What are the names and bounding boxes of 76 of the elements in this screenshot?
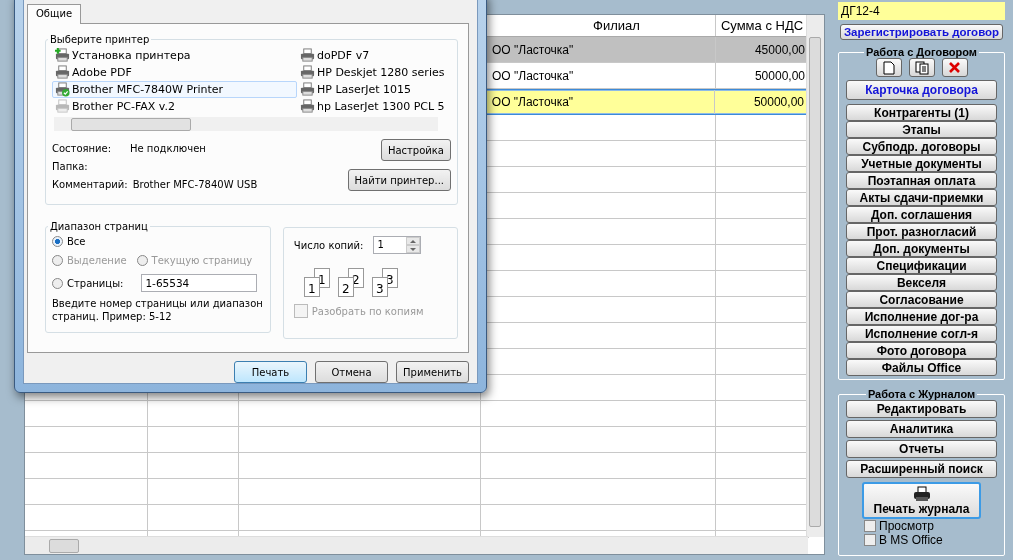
- side-button[interactable]: Субподр. договоры: [846, 138, 997, 155]
- copy-document-button[interactable]: [908, 58, 935, 77]
- side-button[interactable]: Векселя: [846, 274, 997, 291]
- printer-item[interactable]: Brother MFC-7840W Printer: [52, 81, 297, 98]
- dialog-button[interactable]: Применить: [396, 361, 469, 383]
- status-value: Не подключен: [130, 143, 206, 154]
- side-button[interactable]: Поэтапная оплата: [846, 172, 997, 189]
- side-button[interactable]: Фото договора: [846, 342, 997, 359]
- page-icon: 2: [337, 277, 354, 297]
- printer-item[interactable]: hp LaserJet 1300 PCL 5: [297, 98, 448, 115]
- vertical-scrollbar[interactable]: [806, 15, 824, 537]
- printer-icon: [300, 65, 315, 80]
- document-icon: [882, 60, 895, 75]
- option-checkbox[interactable]: В MS Office: [864, 533, 997, 547]
- printer-item[interactable]: HP LaserJet 1015: [297, 81, 448, 98]
- find-printer-button[interactable]: Найти принтер...: [347, 169, 451, 191]
- side-button[interactable]: Расширенный поиск: [846, 460, 997, 478]
- printer-icon: [300, 99, 315, 114]
- folder-label: Папка:: [52, 161, 89, 172]
- side-button[interactable]: Доп. соглашения: [846, 206, 997, 223]
- tab[interactable]: Общие: [27, 4, 82, 24]
- dialog-button[interactable]: Отмена: [315, 361, 388, 383]
- printer-item[interactable]: Adobe PDF: [52, 64, 297, 81]
- side-button[interactable]: Контрагенты (1): [846, 104, 997, 121]
- dialog-button[interactable]: Печать: [234, 361, 307, 383]
- side-button[interactable]: Доп. документы: [846, 240, 997, 257]
- copy-icon: [914, 60, 929, 75]
- comment-value: Brother MFC-7840W USB: [132, 179, 258, 190]
- radio-option[interactable]: Все: [52, 236, 264, 247]
- preferences-button[interactable]: Настройка: [380, 139, 451, 161]
- hint-text: Введите номер страницы или диапазон страниц. Пример: 5-12: [52, 297, 264, 323]
- side-button[interactable]: Учетные документы: [846, 155, 997, 172]
- comment-label: Комментарий:: [52, 179, 128, 190]
- page-icon: 1: [303, 277, 320, 297]
- group-title: Работа с Журналом: [866, 388, 977, 400]
- side-button[interactable]: Файлы Office: [846, 359, 997, 376]
- side-button[interactable]: Редактировать: [846, 400, 997, 418]
- printer-item[interactable]: doPDF v7: [297, 47, 448, 64]
- page-icon: 3: [371, 277, 388, 297]
- side-button[interactable]: Согласование: [846, 291, 997, 308]
- printer-icon: [55, 82, 70, 97]
- printer-item[interactable]: Brother PC-FAX v.2: [52, 98, 297, 115]
- group-title: Работа с Договором: [865, 46, 978, 58]
- register-button[interactable]: Зарегистрировать договор: [840, 24, 1003, 40]
- side-button[interactable]: Спецификации: [846, 257, 997, 274]
- pages-field[interactable]: 1-65534: [141, 274, 258, 292]
- print-journal-button[interactable]: Печать журнала: [862, 482, 981, 519]
- printer-icon: [912, 485, 931, 502]
- printer-icon: [55, 65, 70, 80]
- copies-label: Число копий:: [293, 239, 364, 251]
- delete-button[interactable]: [941, 58, 968, 77]
- group-title: Диапазон страниц: [49, 221, 149, 232]
- radio-option[interactable]: Страницы:: [52, 277, 124, 289]
- contract-card-button[interactable]: Карточка договора: [846, 80, 997, 100]
- new-document-button[interactable]: [875, 58, 902, 77]
- printer-item[interactable]: HP Deskjet 1280 series: [297, 64, 448, 81]
- printer-icon: [300, 48, 315, 63]
- copies-spinner[interactable]: 1: [373, 236, 422, 254]
- printer-icon: [55, 99, 70, 114]
- add-printer-icon: [55, 48, 70, 63]
- side-button[interactable]: Аналитика: [846, 420, 997, 438]
- group-title: Выберите принтер: [49, 34, 151, 45]
- horizontal-scrollbar[interactable]: [25, 536, 808, 554]
- printer-icon: [300, 82, 315, 97]
- delete-icon: [948, 61, 961, 74]
- contract-number-field[interactable]: ДГ12-4: [838, 2, 1005, 20]
- horizontal-scrollbar[interactable]: [54, 117, 438, 131]
- option-checkbox[interactable]: Просмотр: [864, 519, 997, 533]
- printer-item[interactable]: Установка принтера: [52, 47, 297, 64]
- side-button[interactable]: Акты сдачи-приемки: [846, 189, 997, 206]
- status-label: Состояние:: [52, 143, 113, 154]
- side-button[interactable]: Прот. разногласий: [846, 223, 997, 240]
- side-button[interactable]: Этапы: [846, 121, 997, 138]
- side-button[interactable]: Отчеты: [846, 440, 997, 458]
- side-button[interactable]: Исполнение согл-я: [846, 325, 997, 342]
- side-button[interactable]: Исполнение дог-ра: [846, 308, 997, 325]
